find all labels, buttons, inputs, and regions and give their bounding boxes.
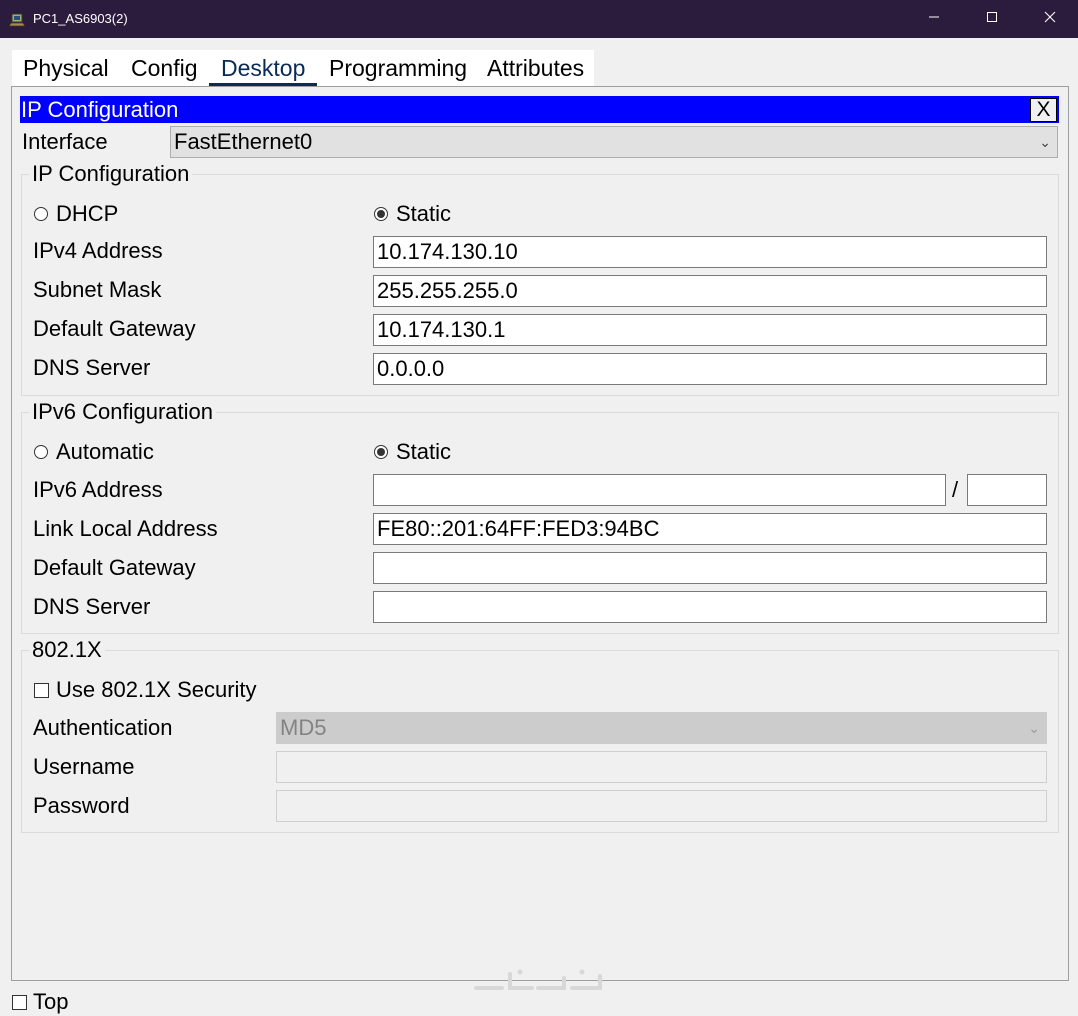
app-icon	[8, 10, 27, 28]
username-label: Username	[33, 754, 135, 779]
pane-title: IP Configuration	[20, 96, 1059, 123]
ipv4-group-title: IP Configuration	[29, 161, 193, 187]
tab-desktop[interactable]: Desktop	[209, 50, 318, 86]
ipv6-static-radio[interactable]	[374, 445, 388, 459]
authentication-select-value: MD5	[280, 715, 327, 740]
tab-physical[interactable]: Physical	[23, 50, 109, 86]
subnet-mask-label: Subnet Mask	[33, 277, 162, 302]
top-checkbox[interactable]	[12, 995, 27, 1010]
minimize-icon	[928, 10, 940, 28]
chevron-down-icon: ⌄	[1039, 134, 1051, 150]
tab-programming[interactable]: Programming	[329, 50, 467, 86]
ipv6-automatic-radio[interactable]	[34, 445, 48, 459]
title-bar: PC1_AS6903(2)	[0, 0, 1078, 38]
watermark-logo	[472, 966, 606, 1001]
minimize-button[interactable]	[905, 0, 963, 38]
ipv6-dns-field[interactable]	[373, 591, 1047, 623]
ipv6-group-title: IPv6 Configuration	[29, 399, 216, 425]
close-window-button[interactable]	[1021, 0, 1078, 38]
username-field[interactable]	[276, 751, 1047, 783]
dot1x-group-title: 802.1X	[29, 637, 105, 663]
close-icon	[1044, 10, 1056, 28]
authentication-select[interactable]: MD5 ⌄	[276, 712, 1047, 744]
use-8021x-label: Use 802.1X Security	[56, 677, 257, 702]
interface-select[interactable]: FastEthernet0 ⌄	[170, 126, 1058, 158]
ipv6-gateway-label: Default Gateway	[33, 555, 196, 580]
ipv6-address-label: IPv6 Address	[33, 477, 163, 502]
top-label: Top	[33, 989, 69, 1014]
ipv4-dns-field[interactable]: 0.0.0.0	[373, 353, 1047, 385]
ipv6-gateway-field[interactable]	[373, 552, 1047, 584]
ipv4-static-label: Static	[396, 201, 452, 226]
window-title: PC1_AS6903(2)	[33, 11, 128, 26]
ipv4-static-radio[interactable]	[374, 207, 388, 221]
subnet-mask-field[interactable]: 255.255.255.0	[373, 275, 1047, 307]
interface-select-value: FastEthernet0	[174, 129, 313, 154]
ipv6-prefix-field[interactable]	[967, 474, 1047, 506]
ipv6-address-field[interactable]	[373, 474, 946, 506]
dhcp-label: DHCP	[56, 201, 119, 226]
ipv4-address-label: IPv4 Address	[33, 238, 163, 263]
maximize-button[interactable]	[963, 0, 1021, 38]
maximize-icon	[986, 10, 998, 28]
link-local-label: Link Local Address	[33, 516, 218, 541]
ipv4-gateway-field[interactable]: 10.174.130.1	[373, 314, 1047, 346]
link-local-field[interactable]: FE80::201:64FF:FED3:94BC	[373, 513, 1047, 545]
tab-config[interactable]: Config	[131, 50, 197, 86]
tab-attributes[interactable]: Attributes	[487, 50, 584, 86]
password-label: Password	[33, 793, 130, 818]
pane-close-button[interactable]: X	[1030, 98, 1057, 122]
ipv6-automatic-label: Automatic	[56, 439, 154, 464]
ipv6-dns-label: DNS Server	[33, 594, 151, 619]
interface-label: Interface	[22, 129, 108, 154]
password-field[interactable]	[276, 790, 1047, 822]
ipv6-static-label: Static	[396, 439, 452, 464]
use-8021x-checkbox[interactable]	[34, 683, 49, 698]
dhcp-radio[interactable]	[34, 207, 48, 221]
ipv4-address-field[interactable]: 10.174.130.10	[373, 236, 1047, 268]
prefix-separator: /	[952, 477, 959, 502]
ipv4-dns-label: DNS Server	[33, 355, 151, 380]
chevron-down-icon: ⌄	[1028, 720, 1040, 736]
ipv4-gateway-label: Default Gateway	[33, 316, 196, 341]
tab-bar: Physical Config Desktop Programming Attr…	[12, 50, 594, 86]
authentication-label: Authentication	[33, 715, 173, 740]
